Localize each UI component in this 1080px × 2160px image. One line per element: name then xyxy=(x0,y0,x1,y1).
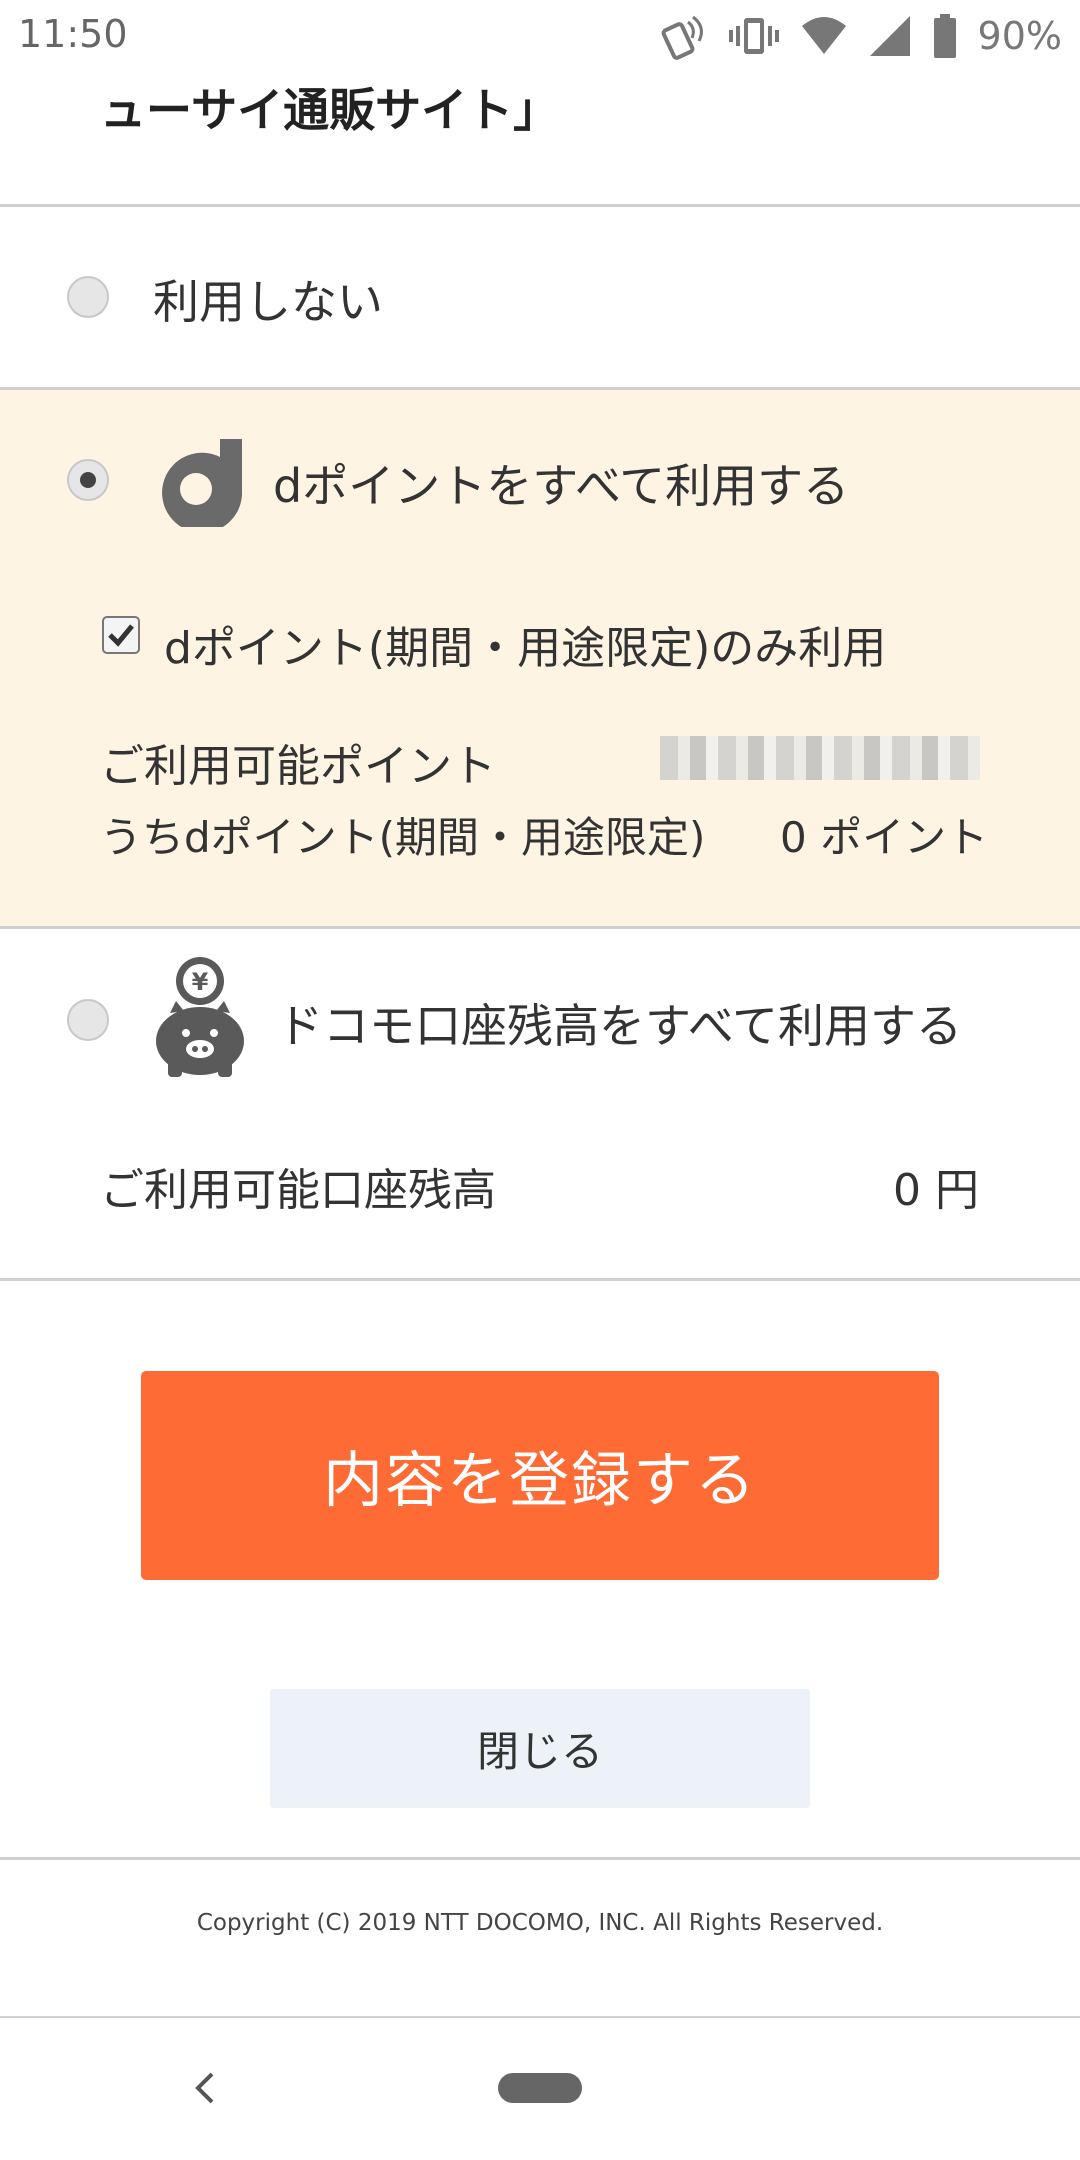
cell-signal-icon xyxy=(869,16,910,56)
available-points-label: ご利用可能ポイント xyxy=(100,741,496,792)
page-title: ューサイ通販サイト」 xyxy=(100,83,560,137)
close-button[interactable]: 閉じる xyxy=(270,1689,810,1808)
status-bar: 11:50 90% xyxy=(0,0,1080,72)
status-icons: 90% xyxy=(660,12,1062,60)
battery-percentage: 90% xyxy=(977,14,1062,58)
divider xyxy=(0,1278,1080,1281)
limited-points-label: うちdポイント(期間・用途限定) xyxy=(100,813,706,862)
available-balance-value: 0 円 xyxy=(893,1165,979,1216)
nfc-icon xyxy=(661,15,703,60)
available-points-value-blurred xyxy=(660,736,980,780)
vibrate-icon xyxy=(728,18,779,54)
battery-icon xyxy=(933,14,956,58)
option-dpoint-label: dポイントをすべて利用する xyxy=(273,459,850,513)
wifi-icon xyxy=(801,17,846,54)
home-pill[interactable] xyxy=(498,2073,582,2103)
copyright-text: Copyright (C) 2019 NTT DOCOMO, INC. All … xyxy=(196,1910,884,1936)
status-time: 11:50 xyxy=(18,12,128,56)
back-icon[interactable] xyxy=(190,2068,220,2108)
option-docomo-account-label: ドコモ口座残高をすべて利用する xyxy=(277,999,962,1053)
limited-only-checkbox[interactable] xyxy=(102,616,140,654)
piggy-bank-icon: ¥ xyxy=(156,957,244,1077)
limited-only-label: dポイント(期間・用途限定)のみ利用 xyxy=(164,623,887,674)
yen-symbol: ¥ xyxy=(192,968,209,996)
limited-points-value: 0 ポイント xyxy=(780,813,989,862)
radio-dpoint[interactable] xyxy=(67,459,109,501)
divider xyxy=(0,2016,1080,2018)
divider xyxy=(0,926,1080,929)
option-none-label: 利用しない xyxy=(153,275,383,329)
radio-docomo-account[interactable] xyxy=(67,999,109,1041)
checkmark-icon xyxy=(108,624,134,647)
available-balance-label: ご利用可能口座残高 xyxy=(100,1165,496,1216)
divider xyxy=(0,1857,1080,1860)
register-button[interactable]: 内容を登録する xyxy=(141,1371,939,1580)
dpoint-logo-letter: d xyxy=(150,435,151,436)
dpoint-logo-icon: d xyxy=(150,435,242,527)
radio-none[interactable] xyxy=(67,276,109,318)
